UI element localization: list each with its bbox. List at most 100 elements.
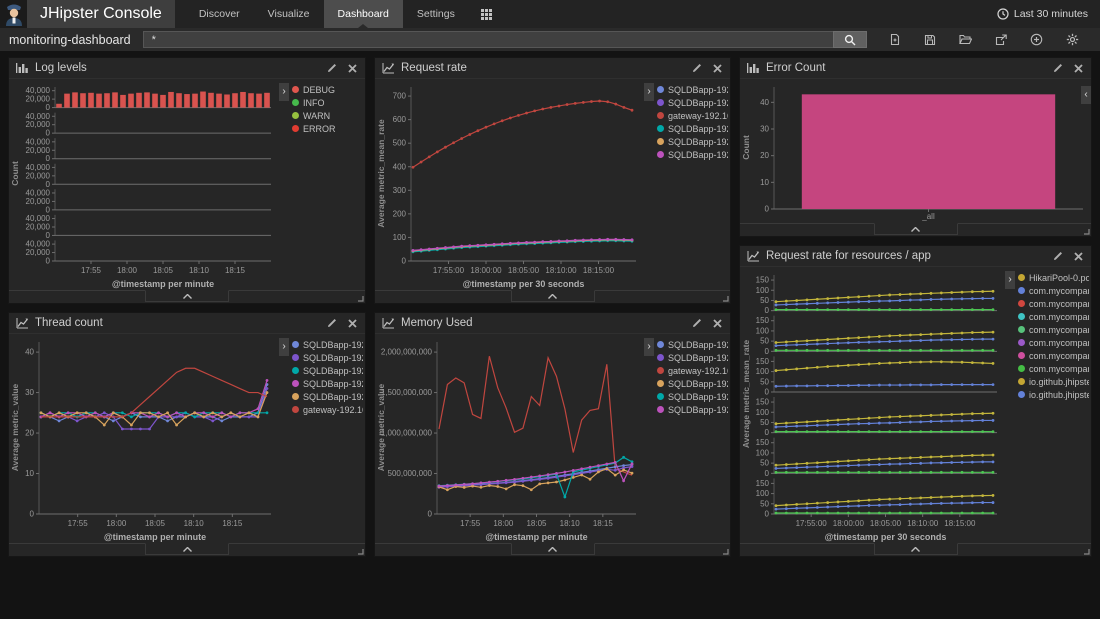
legend-color-dot	[292, 112, 299, 119]
request-rate-chart[interactable]: Average metric_mean_rate7006005004003002…	[375, 80, 644, 290]
resize-handle-icon[interactable]	[1083, 548, 1090, 555]
legend-item[interactable]: io.github.jhipster.web.r...	[1018, 388, 1089, 401]
collapse-panel-button[interactable]	[511, 290, 595, 302]
legend-item[interactable]: SQLDBapp-192.168.4...	[292, 377, 363, 390]
legend-toggle-icon[interactable]: ›	[279, 338, 289, 356]
legend-toggle-icon[interactable]: ‹	[1081, 86, 1091, 104]
legend-item[interactable]: com.mycompany.myap...	[1018, 349, 1089, 362]
legend-item[interactable]: SQLDBapp-192.168.4...	[292, 390, 363, 403]
legend-color-dot	[292, 86, 299, 93]
jhipster-logo[interactable]	[0, 0, 27, 28]
resources-request-rate-chart[interactable]: Average metric_mean_rate1501005001501005…	[740, 268, 1005, 543]
panel-footer	[740, 543, 1091, 556]
chevron-up-icon	[183, 294, 192, 299]
legend: › SQLDBapp-192.168.4...SQLDBapp-192.168.…	[279, 335, 365, 543]
new-dashboard-button[interactable]	[887, 31, 903, 48]
legend-item[interactable]: SQLDBapp-192.168.4...	[657, 135, 728, 148]
share-dashboard-button[interactable]	[993, 32, 1009, 48]
legend-item[interactable]: SQLDBapp-192.168.4...	[657, 390, 728, 403]
query-input[interactable]	[143, 31, 833, 48]
legend-item[interactable]: HikariPool-0.pool.Wait	[1018, 271, 1089, 284]
svg-text:18:05:00: 18:05:00	[870, 519, 902, 528]
resize-handle-icon[interactable]	[1083, 228, 1090, 235]
log-levels-chart[interactable]: Count40,00020,000040,00020,000040,00020,…	[9, 80, 279, 290]
collapse-panel-button[interactable]	[511, 543, 595, 555]
legend-item[interactable]: DEBUG	[292, 83, 363, 96]
svg-text:50: 50	[760, 499, 769, 508]
memory-used-chart[interactable]: Average metric_value2,000,000,0001,500,0…	[375, 335, 644, 543]
legend-item[interactable]: INFO	[292, 96, 363, 109]
legend-item[interactable]: com.mycompany.myap...	[1018, 297, 1089, 310]
apps-grid-icon[interactable]	[469, 0, 504, 28]
options-button[interactable]	[1064, 31, 1081, 48]
remove-panel-button[interactable]	[347, 317, 358, 329]
resize-handle-icon[interactable]	[357, 548, 364, 555]
legend-item[interactable]: SQLDBapp-192.168.4...	[657, 377, 728, 390]
svg-text:100: 100	[393, 233, 407, 242]
nav-item-discover[interactable]: Discover	[185, 0, 254, 28]
legend-item[interactable]: ERROR	[292, 122, 363, 135]
legend-item[interactable]: com.mycompany.myap...	[1018, 310, 1089, 323]
collapse-panel-button[interactable]	[145, 290, 229, 302]
svg-text:17:55: 17:55	[81, 266, 102, 275]
collapse-panel-button[interactable]	[874, 223, 958, 235]
legend-item[interactable]: com.mycompany.myap...	[1018, 362, 1089, 375]
legend-item[interactable]: com.mycompany.myap...	[1018, 284, 1089, 297]
remove-panel-button[interactable]	[1073, 250, 1084, 262]
edit-visualization-button[interactable]	[691, 62, 703, 74]
resize-handle-icon[interactable]	[722, 295, 729, 302]
legend-item[interactable]: WARN	[292, 109, 363, 122]
svg-text:150: 150	[756, 276, 770, 285]
resize-handle-icon[interactable]	[722, 548, 729, 555]
add-visualization-button[interactable]	[1028, 31, 1045, 48]
edit-visualization-button[interactable]	[1052, 250, 1064, 262]
legend-item[interactable]: SQLDBapp-192.168.4...	[657, 83, 728, 96]
top-navbar: JHipster Console Discover Visualize Dash…	[0, 0, 1100, 28]
remove-panel-button[interactable]	[347, 62, 358, 74]
resize-handle-icon[interactable]	[357, 295, 364, 302]
legend-item[interactable]: SQLDBapp-192.168.4...	[292, 364, 363, 377]
save-dashboard-button[interactable]	[922, 32, 938, 48]
query-bar: monitoring-dashboard	[0, 28, 1100, 51]
legend-item[interactable]: SQLDBapp-192.168.4...	[292, 338, 363, 351]
time-range-picker[interactable]: Last 30 minutes	[985, 0, 1100, 28]
nav-item-visualize[interactable]: Visualize	[254, 0, 324, 28]
legend-item[interactable]: SQLDBapp-192.168.4...	[657, 351, 728, 364]
thread-count-chart[interactable]: Average metric_value40302010017:5518:001…	[9, 335, 279, 543]
legend-toggle-icon[interactable]: ›	[279, 83, 289, 101]
legend-toggle-icon[interactable]: ›	[1005, 271, 1015, 289]
jhipster-mascot-icon	[3, 2, 25, 26]
collapse-panel-button[interactable]	[145, 543, 229, 555]
legend-item[interactable]: gateway-192.168.43.8:...	[657, 364, 728, 377]
search-button[interactable]	[833, 31, 867, 48]
legend-item[interactable]: SQLDBapp-192.168.4...	[657, 338, 728, 351]
remove-panel-button[interactable]	[712, 62, 723, 74]
collapse-panel-button[interactable]	[874, 543, 958, 555]
error-count-chart[interactable]: Count403020100_all	[740, 80, 1091, 223]
edit-visualization-button[interactable]	[326, 62, 338, 74]
legend-item[interactable]: io.github.jhipster.web.r...	[1018, 375, 1089, 388]
legend-toggle-icon[interactable]: ›	[644, 83, 654, 101]
legend-item[interactable]: SQLDBapp-192.168.4...	[657, 403, 728, 416]
panel-title: Log levels	[35, 62, 87, 74]
legend-item[interactable]: gateway-192.168.43.8:...	[292, 403, 363, 416]
remove-panel-button[interactable]	[712, 317, 723, 329]
legend-item[interactable]: gateway-192.168.43.8:...	[657, 109, 728, 122]
nav-item-dashboard[interactable]: Dashboard	[324, 0, 403, 28]
legend-item[interactable]: SQLDBapp-192.168.4...	[292, 351, 363, 364]
edit-visualization-button[interactable]	[691, 317, 703, 329]
legend-item[interactable]: com.mycompany.myap...	[1018, 323, 1089, 336]
chart-canvas: Count40,00020,000040,00020,000040,00020,…	[9, 80, 279, 290]
edit-visualization-button[interactable]	[1052, 62, 1064, 74]
legend-toggle-icon[interactable]: ›	[644, 338, 654, 356]
legend-item[interactable]: com.mycompany.myap...	[1018, 336, 1089, 349]
panel-footer	[375, 290, 730, 303]
chart-canvas: Average metric_value40302010017:5518:001…	[9, 335, 279, 543]
legend-item[interactable]: SQLDBapp-192.168.4...	[657, 96, 728, 109]
legend-item[interactable]: SQLDBapp-192.168.4...	[657, 148, 728, 161]
remove-panel-button[interactable]	[1073, 62, 1084, 74]
nav-item-settings[interactable]: Settings	[403, 0, 469, 28]
edit-visualization-button[interactable]	[326, 317, 338, 329]
load-dashboard-button[interactable]	[957, 32, 974, 47]
legend-item[interactable]: SQLDBapp-192.168.4...	[657, 122, 728, 135]
